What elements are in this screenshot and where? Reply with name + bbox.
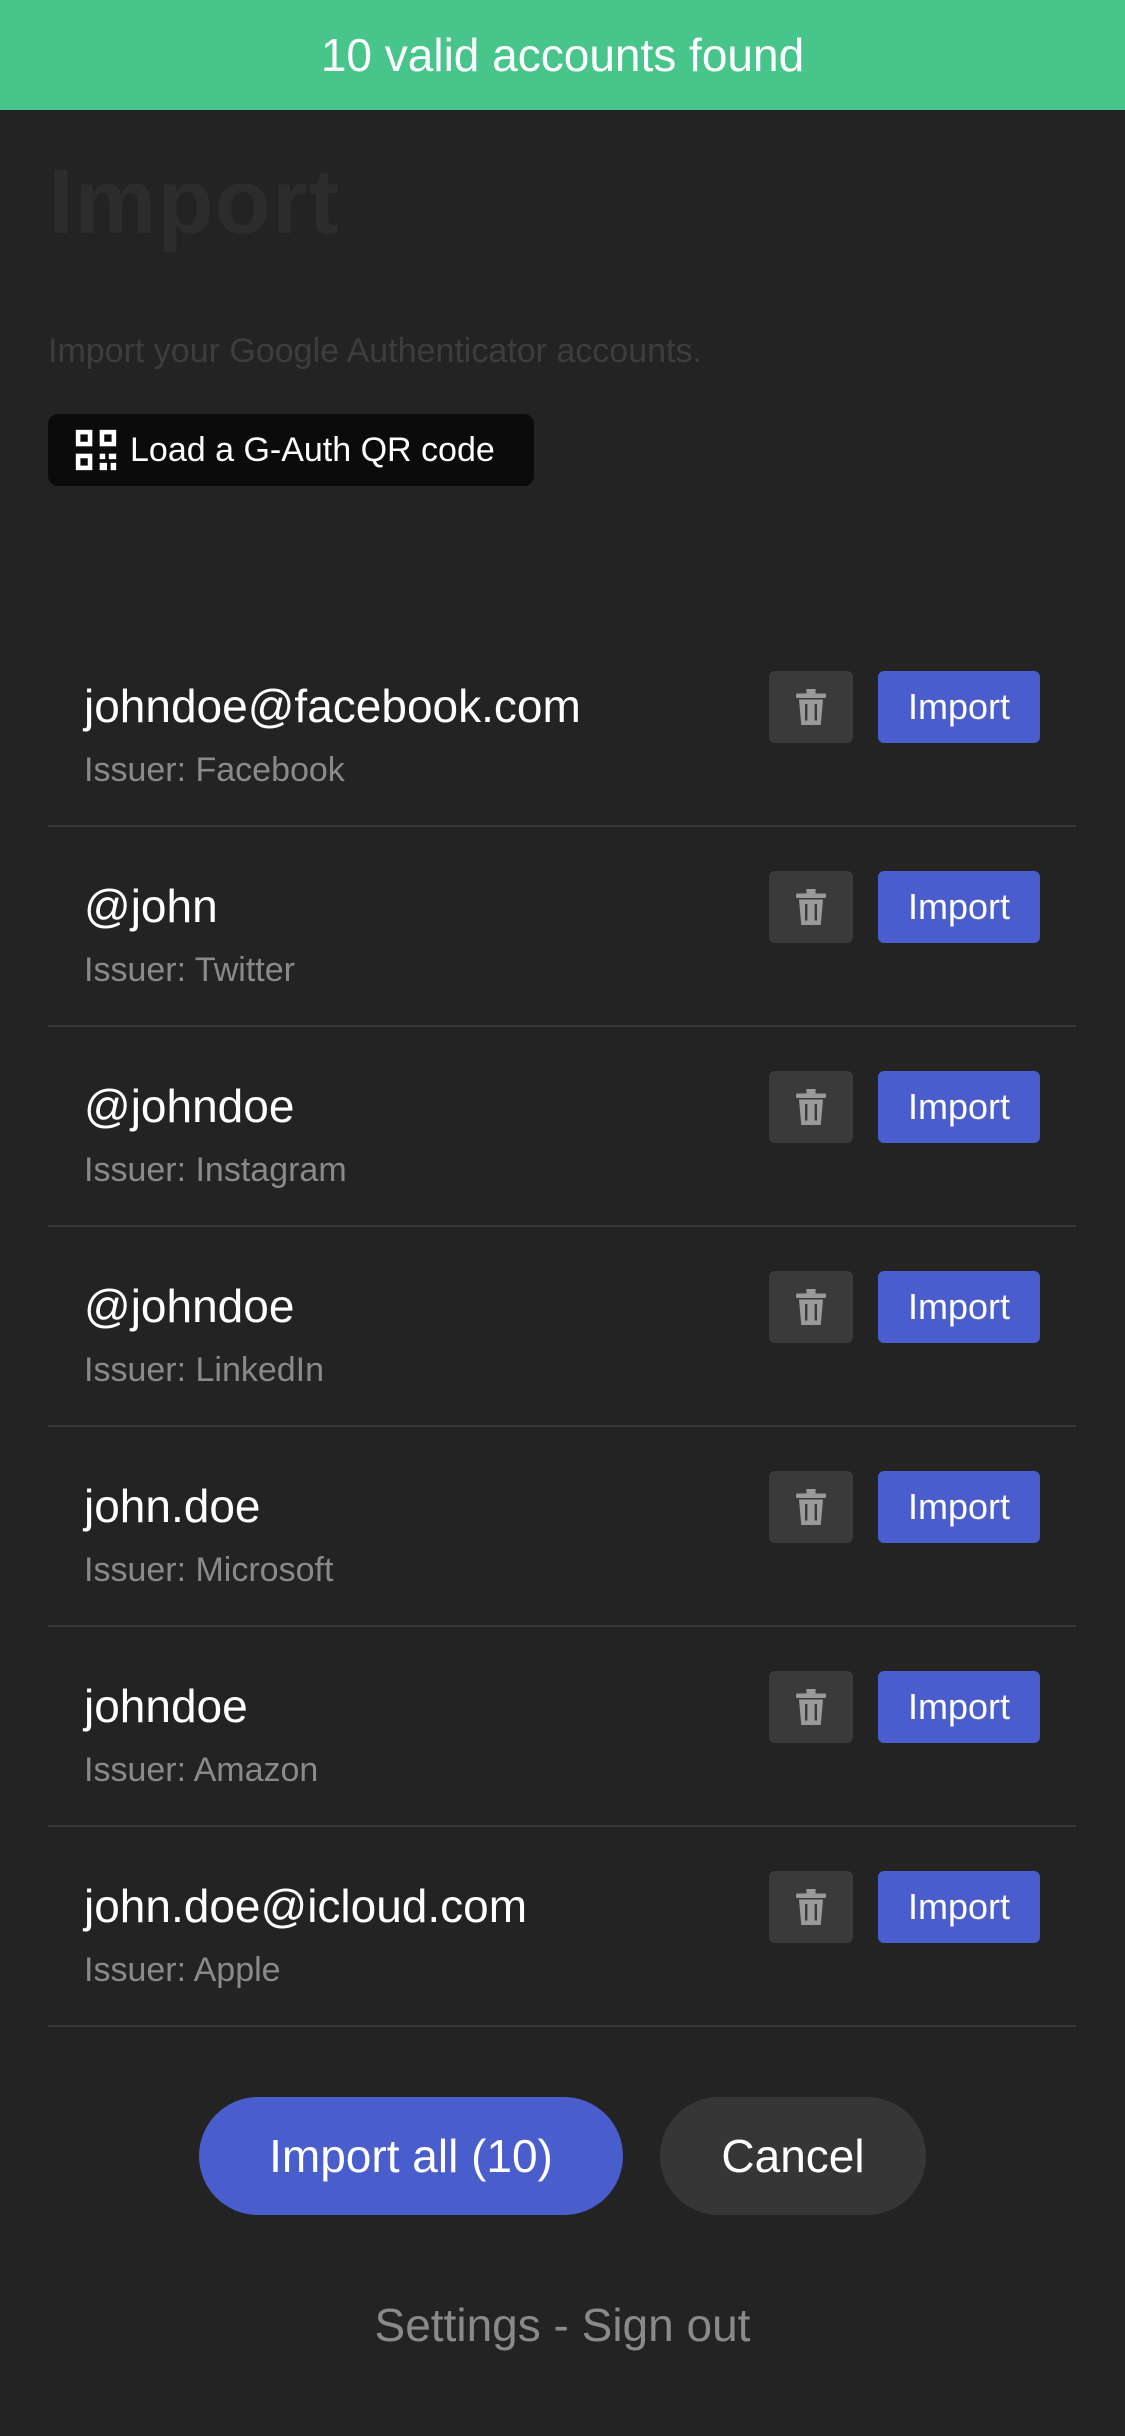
- import-account-button[interactable]: Import: [878, 1871, 1040, 1943]
- list-item: @johndoe Issuer: Instagram Import: [48, 1027, 1076, 1227]
- delete-account-button[interactable]: [769, 871, 853, 943]
- trash-icon: [796, 1689, 826, 1725]
- account-issuer: Issuer: Twitter: [84, 951, 295, 989]
- delete-account-button[interactable]: [769, 1871, 853, 1943]
- delete-account-button[interactable]: [769, 1071, 853, 1143]
- import-all-button[interactable]: Import all (10): [199, 2097, 623, 2215]
- status-banner-text: 10 valid accounts found: [320, 29, 805, 81]
- import-account-button[interactable]: Import: [878, 671, 1040, 743]
- import-account-button[interactable]: Import: [878, 1071, 1040, 1143]
- list-item: @john Issuer: Twitter Import: [48, 827, 1076, 1027]
- account-name: john.doe@icloud.com: [84, 1880, 528, 1932]
- account-name: @john: [84, 880, 218, 932]
- trash-icon: [796, 689, 826, 725]
- footer-links: Settings - Sign out: [0, 2298, 1125, 2352]
- account-issuer: Issuer: Instagram: [84, 1151, 347, 1189]
- account-issuer: Issuer: Apple: [84, 1951, 281, 1989]
- account-name: johndoe@facebook.com: [84, 680, 581, 732]
- list-item: john.doe@icloud.com Issuer: Apple Import: [48, 1827, 1076, 2027]
- import-account-button[interactable]: Import: [878, 1271, 1040, 1343]
- trash-icon: [796, 1889, 826, 1925]
- delete-account-button[interactable]: [769, 671, 853, 743]
- trash-icon: [796, 1489, 826, 1525]
- delete-account-button[interactable]: [769, 1671, 853, 1743]
- account-issuer: Issuer: Amazon: [84, 1751, 319, 1789]
- import-account-button[interactable]: Import: [878, 1471, 1040, 1543]
- page-subtitle: Import your Google Authenticator account…: [48, 332, 702, 370]
- list-item: john.doe Issuer: Microsoft Import: [48, 1427, 1076, 1627]
- settings-link[interactable]: Settings: [375, 2299, 541, 2351]
- delete-account-button[interactable]: [769, 1271, 853, 1343]
- account-issuer: Issuer: Facebook: [84, 751, 345, 789]
- import-account-button[interactable]: Import: [878, 1671, 1040, 1743]
- account-issuer: Issuer: LinkedIn: [84, 1351, 325, 1389]
- account-name: @johndoe: [84, 1280, 295, 1332]
- load-qr-code-button[interactable]: Load a G-Auth QR code: [48, 414, 534, 486]
- account-issuer: Issuer: Microsoft: [84, 1551, 334, 1589]
- list-item: @johndoe Issuer: LinkedIn Import: [48, 1227, 1076, 1427]
- list-item: johndoe@facebook.com Issuer: Facebook Im…: [48, 627, 1076, 827]
- trash-icon: [796, 1089, 826, 1125]
- delete-account-button[interactable]: [769, 1471, 853, 1543]
- qr-code-icon: [75, 429, 117, 471]
- footer-separator: -: [540, 2299, 582, 2351]
- load-qr-code-label: Load a G-Auth QR code: [130, 430, 495, 469]
- import-account-button[interactable]: Import: [878, 871, 1040, 943]
- status-banner: 10 valid accounts found: [0, 0, 1125, 110]
- cancel-button[interactable]: Cancel: [660, 2097, 926, 2215]
- account-name: @johndoe: [84, 1080, 295, 1132]
- sign-out-link[interactable]: Sign out: [582, 2299, 751, 2351]
- account-name: johndoe: [84, 1680, 248, 1732]
- trash-icon: [796, 889, 826, 925]
- page-title: Import: [48, 151, 341, 253]
- trash-icon: [796, 1289, 826, 1325]
- list-item: johndoe Issuer: Amazon Import: [48, 1627, 1076, 1827]
- account-name: john.doe: [84, 1480, 261, 1532]
- accounts-list: johndoe@facebook.com Issuer: Facebook Im…: [48, 627, 1076, 2027]
